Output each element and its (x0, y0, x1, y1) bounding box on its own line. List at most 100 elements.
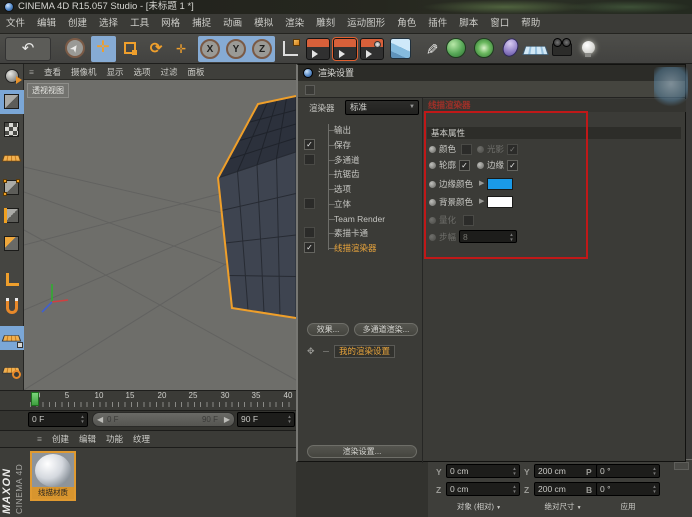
polygons-mode-button[interactable] (3, 235, 21, 253)
rotate-tool-button[interactable]: ⟳ (144, 37, 168, 61)
view-label[interactable]: 透视视图 (27, 83, 69, 98)
timeline-scrollbar[interactable]: ◀0 F90 F▶ (92, 412, 235, 427)
move-tool-button[interactable]: ✛ (91, 36, 116, 62)
steps-field[interactable]: 8▲▼ (459, 230, 517, 243)
edges-checkbox[interactable]: ✓ (507, 160, 518, 171)
burger-icon[interactable]: ≡ (32, 431, 47, 447)
undo-button[interactable]: ↶ (5, 37, 51, 61)
coordinate-system-button[interactable] (278, 37, 302, 61)
expand-arrow-icon[interactable]: ▶ (479, 178, 484, 190)
illumination-checkbox[interactable]: ✓ (507, 144, 518, 155)
vp-menu-filter[interactable]: 过滤 (156, 64, 183, 80)
render-settings-bottom-button[interactable]: 渲染设置... (307, 445, 417, 458)
cel-renderer-checkbox[interactable]: ✓ (304, 242, 315, 253)
snap-button[interactable] (3, 299, 21, 317)
current-frame-field[interactable]: 0 F▲▼ (28, 412, 88, 427)
scroll-right-icon[interactable]: ▶ (224, 413, 230, 426)
menu-window[interactable]: 窗口 (484, 14, 515, 34)
list-item-output[interactable]: 输出 (334, 124, 351, 136)
workplane-lock-button[interactable] (3, 329, 21, 347)
texture-mode-button[interactable] (3, 121, 21, 139)
list-item-save[interactable]: 保存 (334, 139, 351, 151)
menu-mograph[interactable]: 运动图形 (341, 14, 391, 34)
basic-properties-section[interactable]: 基本属性 (427, 127, 681, 139)
outline-checkbox[interactable]: ✓ (459, 160, 470, 171)
panel-corner-widget[interactable] (674, 462, 689, 470)
cube-object[interactable] (218, 96, 296, 318)
mat-menu-edit[interactable]: 编辑 (74, 431, 101, 447)
mat-menu-function[interactable]: 功能 (101, 431, 128, 447)
menu-animate[interactable]: 动画 (217, 14, 248, 34)
add-generator-button[interactable] (446, 38, 466, 58)
spinner-icon[interactable]: ▲▼ (79, 414, 86, 424)
spinner-icon[interactable]: ▲▼ (286, 414, 293, 424)
vp-menu-display[interactable]: 显示 (102, 64, 129, 80)
scale-tool-button[interactable] (118, 37, 142, 61)
mat-menu-texture[interactable]: 纹理 (128, 431, 155, 447)
list-item-multipass[interactable]: 多通道 (334, 154, 360, 166)
apply-button[interactable]: 应用 (596, 501, 660, 514)
menu-tools[interactable]: 工具 (124, 14, 155, 34)
workplane-mode-button[interactable] (3, 149, 21, 167)
rot-b-field[interactable]: 0 °▲▼ (596, 482, 660, 496)
material-name[interactable]: 线描材质 (32, 487, 74, 499)
add-camera-button[interactable] (552, 37, 572, 56)
menu-script[interactable]: 脚本 (453, 14, 484, 34)
menu-sculpt[interactable]: 雕刻 (310, 14, 341, 34)
renderer-dropdown[interactable]: 标准▼ (345, 100, 419, 115)
list-item-stereoscopic[interactable]: 立体 (334, 198, 351, 210)
preset-item[interactable]: 我的渲染设置 (334, 345, 395, 358)
list-item-team-render[interactable]: Team Render (334, 213, 385, 225)
effects-button[interactable]: 效果... (307, 323, 349, 336)
menu-plugins[interactable]: 插件 (422, 14, 453, 34)
color-checkbox[interactable] (461, 144, 472, 155)
menu-mesh[interactable]: 网格 (155, 14, 186, 34)
render-picture-viewer-button[interactable] (333, 38, 357, 60)
vp-menu-options[interactable]: 选项 (129, 64, 156, 80)
menu-character[interactable]: 角色 (391, 14, 422, 34)
render-view-button[interactable] (306, 38, 330, 60)
burger-icon[interactable]: ≡ (24, 64, 39, 80)
scroll-left-icon[interactable]: ◀ (97, 413, 103, 426)
timeline-playhead[interactable] (31, 392, 39, 406)
add-light-button[interactable] (582, 38, 595, 54)
menu-snap[interactable]: 捕捉 (186, 14, 217, 34)
menu-file[interactable]: 文件 (0, 14, 31, 34)
background-color-swatch[interactable] (487, 196, 513, 208)
dialog-title-bar[interactable] (298, 65, 685, 81)
workplane-texture-button[interactable] (3, 361, 21, 379)
quantize-checkbox[interactable] (463, 215, 474, 226)
points-mode-button[interactable] (3, 179, 21, 197)
menu-render[interactable]: 渲染 (279, 14, 310, 34)
list-item-options[interactable]: 选项 (334, 183, 351, 195)
vp-menu-cameras[interactable]: 摄像机 (66, 64, 102, 80)
multipass-checkbox[interactable] (304, 154, 315, 165)
mat-menu-create[interactable]: 创建 (47, 431, 74, 447)
add-environment-button[interactable] (524, 37, 547, 57)
expand-icon[interactable]: ✥ (307, 345, 315, 357)
stereo-checkbox[interactable] (304, 198, 315, 209)
menu-select[interactable]: 选择 (93, 14, 124, 34)
menu-help[interactable]: 帮助 (515, 14, 546, 34)
viewport-canvas[interactable] (24, 80, 296, 390)
axis-y-button[interactable]: Y (226, 39, 246, 59)
rot-p-field[interactable]: 0 °▲▼ (596, 464, 660, 478)
make-editable-button[interactable] (3, 67, 21, 85)
coord-y-pos-field[interactable]: 0 cm▲▼ (446, 464, 520, 478)
expand-arrow-icon[interactable]: ▶ (479, 196, 484, 208)
axis-x-button[interactable]: X (200, 39, 220, 59)
menu-simulate[interactable]: 模拟 (248, 14, 279, 34)
sketch-toon-checkbox[interactable] (304, 227, 315, 238)
coord-z-pos-field[interactable]: 0 cm▲▼ (446, 482, 520, 496)
add-deformer-button[interactable] (474, 38, 494, 58)
axis-z-button[interactable]: Z (252, 39, 272, 59)
live-selection-button[interactable]: ➤ (64, 37, 88, 61)
coord-mode-dropdown[interactable]: 对象 (相对) ▼ (446, 501, 512, 514)
list-item-cel-renderer[interactable]: 线描渲染器 (334, 242, 377, 254)
list-item-antialiasing[interactable]: 抗锯齿 (334, 168, 360, 180)
add-cube-button[interactable] (390, 38, 411, 59)
menu-edit[interactable]: 编辑 (31, 14, 62, 34)
size-mode-dropdown[interactable]: 绝对尺寸 ▼ (534, 501, 592, 514)
last-tool-button[interactable]: ✛ (170, 37, 192, 61)
add-spline-button[interactable]: ✎ (418, 37, 442, 61)
